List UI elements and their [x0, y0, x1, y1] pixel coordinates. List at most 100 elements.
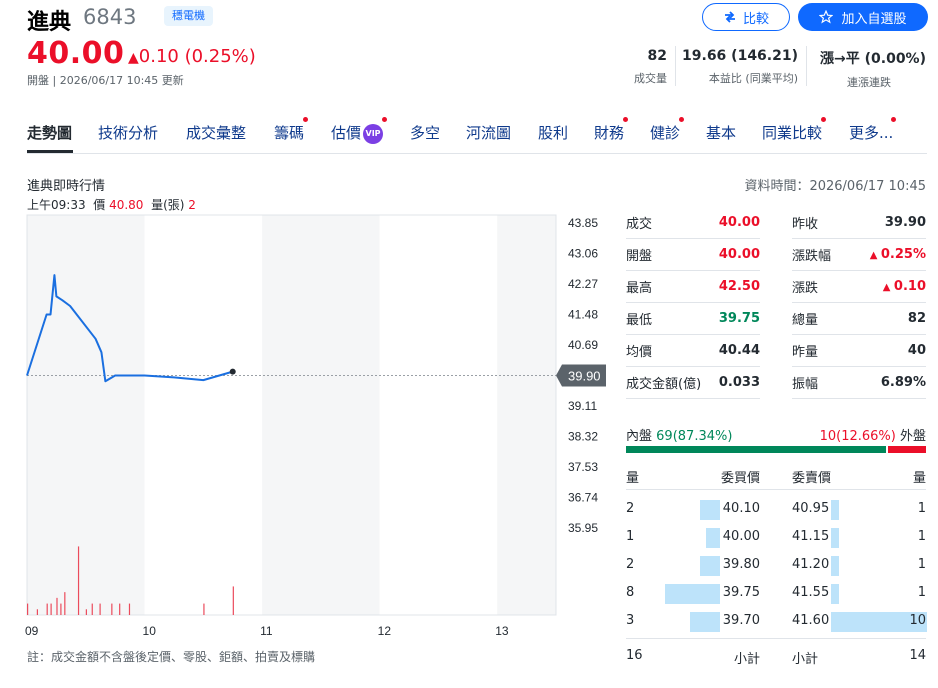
- inner-outer-bar: [626, 446, 926, 453]
- quote-value: 40.00: [718, 247, 760, 262]
- volume-bar: [91, 603, 93, 615]
- volume-bar: [119, 603, 121, 615]
- stat-streak: 漲→平 (0.00%) 連漲連跌: [812, 48, 926, 90]
- tab-dividend[interactable]: 股利: [538, 122, 568, 143]
- outer-bar: [888, 446, 926, 453]
- tab-bull-bear[interactable]: 多空: [410, 122, 440, 143]
- tab-river[interactable]: 河流圖: [466, 122, 511, 143]
- quote-value: 6.89%: [880, 375, 926, 390]
- notification-dot: [303, 117, 308, 122]
- hour-band: [262, 215, 380, 615]
- volume-bar: [232, 586, 234, 615]
- stat-pe: 19.66 (146.21) 本益比 (同業平均): [680, 48, 798, 86]
- quote-value: 40.00: [718, 215, 760, 230]
- ask-qty: 1: [917, 501, 926, 516]
- book-header-ask-price: 委賣價: [792, 471, 832, 486]
- tab-financials[interactable]: 財務: [594, 122, 624, 143]
- notification-dot: [821, 117, 826, 122]
- quote-row: 開盤 40.00: [626, 239, 760, 271]
- bid-price: 40.10: [722, 501, 760, 516]
- x-tick-label: 10: [143, 624, 157, 638]
- quote-value: 39.90: [884, 215, 926, 230]
- quote-value: 40: [907, 343, 926, 358]
- chart-title: 進典即時行情: [27, 179, 106, 194]
- volume-bar: [46, 603, 48, 615]
- star-icon: [819, 10, 834, 24]
- intraday-chart[interactable]: 43.85 43.06 42.27 41.48 40.69 39.11 38.32 37.53…: [0, 210, 612, 642]
- y-tick-label: 41.48: [568, 308, 598, 322]
- up-arrow-icon: ▲: [869, 250, 881, 261]
- volume-bar: [56, 597, 58, 615]
- quote-row: 成交 40.00: [626, 207, 760, 239]
- ask-total: 14: [909, 648, 926, 663]
- x-tick-label: 11: [260, 624, 273, 638]
- stock-name: 進典: [27, 10, 72, 35]
- tab-valuation[interactable]: 估價 VIP: [331, 122, 384, 144]
- quote-row: 漲跌幅 ▲ 0.25%: [792, 239, 926, 271]
- quote-label: 成交: [626, 217, 653, 232]
- y-tick-label: 38.32: [568, 430, 598, 444]
- y-tick-label: 43.85: [568, 216, 598, 230]
- tab-chart[interactable]: 走勢圖: [27, 122, 72, 143]
- x-tick-label: 12: [378, 624, 392, 638]
- change-value: 0.10 (0.25%): [138, 46, 256, 67]
- volume-bar: [85, 609, 87, 615]
- ask-qty: 1: [917, 585, 926, 600]
- ask-qty: 1: [917, 529, 926, 544]
- stat-value: 19.66 (146.21): [682, 48, 798, 64]
- reference-price-label: 39.90: [568, 369, 601, 384]
- quote-label: 振幅: [792, 377, 819, 392]
- tab-health[interactable]: 健診: [650, 122, 680, 143]
- tab-trades[interactable]: 成交彙整: [186, 122, 246, 143]
- volume-bar: [50, 603, 52, 615]
- ask-qty: 1: [917, 557, 926, 572]
- bid-price: 39.75: [722, 585, 760, 600]
- bid-qty: 3: [626, 613, 635, 628]
- quote-value: 0.25%: [880, 247, 926, 262]
- bid-price: 39.70: [722, 613, 760, 628]
- compare-button[interactable]: 比較: [702, 3, 790, 31]
- quote-value-wrap: 6.89%: [881, 375, 926, 390]
- y-tick-label: 42.27: [568, 277, 598, 291]
- stat-volume: 82 成交量: [610, 48, 667, 86]
- divider: [675, 46, 676, 86]
- ask-qty: 10: [909, 613, 926, 628]
- ask-total-label: 小計: [792, 652, 819, 667]
- divider: [806, 46, 807, 86]
- industry-badge[interactable]: 穩電機: [164, 6, 213, 26]
- y-tick-label: 39.11: [568, 399, 597, 413]
- volume-bar: [60, 603, 62, 615]
- quote-value: 39.75: [718, 311, 760, 326]
- price-change: ▲0.10 (0.25%): [128, 46, 256, 67]
- ask-price: 41.60: [792, 613, 830, 628]
- quote-value-wrap: ▲ 0.25%: [870, 247, 926, 262]
- tab-basic[interactable]: 基本: [706, 122, 736, 143]
- tab-peer-compare[interactable]: 同業比較: [762, 122, 822, 143]
- data-time: 資料時間：2026/06/17 10:45: [744, 179, 926, 194]
- hour-band: [379, 215, 498, 615]
- y-tick-label: 35.95: [568, 521, 598, 535]
- quote-label: 漲跌幅: [792, 249, 832, 264]
- tab-more[interactable]: 更多...: [849, 122, 893, 143]
- tab-technical[interactable]: 技術分析: [98, 122, 158, 143]
- quote-value: 0.033: [718, 375, 760, 390]
- bid-price: 39.80: [722, 557, 760, 572]
- quote-label: 總量: [792, 313, 819, 328]
- market-status: 開盤: [27, 74, 49, 87]
- volume-bar: [128, 603, 131, 615]
- tab-bar: 走勢圖 技術分析 成交彙整 籌碼 估價 VIP 多空 河流圖 股利 財務 健診 基…: [27, 112, 927, 154]
- y-tick-label: 36.74: [568, 491, 598, 505]
- quote-row: 昨收 39.90: [792, 207, 926, 239]
- outer-volume: 10(12.66%) 外盤: [760, 425, 926, 444]
- active-tab-indicator: [27, 150, 73, 153]
- bid-price: 40.00: [722, 529, 760, 544]
- bid-qty: 1: [626, 529, 635, 544]
- tab-chips[interactable]: 籌碼: [274, 122, 304, 143]
- book-header-divider: [626, 489, 926, 490]
- quote-row: 振幅 6.89%: [792, 367, 926, 399]
- tab-valuation-label: 估價: [331, 124, 362, 142]
- notification-dot: [623, 117, 628, 122]
- add-watchlist-button[interactable]: 加入自選股: [798, 3, 928, 31]
- last-price-point: [229, 368, 236, 375]
- quote-value: 0.10: [893, 279, 926, 294]
